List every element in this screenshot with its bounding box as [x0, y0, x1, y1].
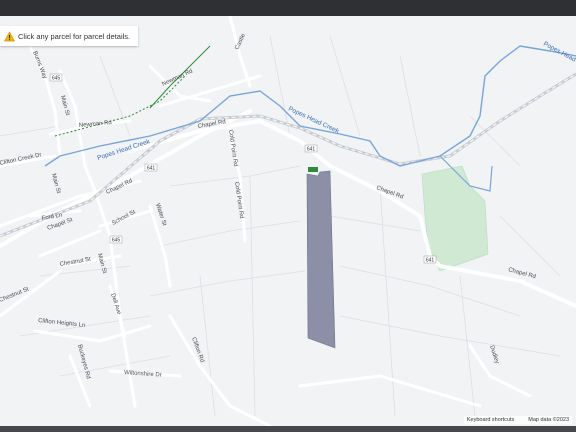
window-top-bar — [0, 0, 576, 16]
selected-parcel[interactable] — [306, 170, 336, 349]
route-shield-645-south: 645 — [109, 235, 123, 244]
parcel-marker — [308, 167, 318, 172]
svg-text:641: 641 — [147, 166, 156, 172]
map-window: 645 641 641 645 641 Castle Popes Head Cr… — [0, 0, 576, 432]
route-shield-645-north: 645 — [49, 73, 63, 82]
banner-text: Click any parcel for parcel details. — [18, 31, 131, 41]
window-bottom-bar — [0, 426, 576, 432]
route-shield-641-center: 641 — [304, 144, 318, 153]
svg-text:641: 641 — [426, 258, 435, 264]
info-banner: Click any parcel for parcel details. — [0, 26, 139, 46]
map-canvas[interactable]: 645 641 641 645 641 Castle Popes Head Cr… — [0, 16, 576, 426]
keyboard-shortcuts-link[interactable]: Keyboard shortcuts — [467, 417, 514, 423]
warning-icon — [4, 30, 15, 41]
route-shield-641-north: 641 — [144, 163, 158, 172]
route-shield-641-east: 641 — [423, 255, 437, 264]
map-svg: 645 641 641 645 641 Castle Popes Head Cr… — [0, 16, 576, 426]
svg-text:645: 645 — [52, 76, 61, 82]
map-attribution: Keyboard shortcuts Map data ©2023 — [463, 416, 572, 424]
map-data-credit: Map data ©2023 — [528, 417, 569, 423]
svg-text:641: 641 — [307, 147, 316, 153]
svg-text:645: 645 — [112, 238, 121, 244]
